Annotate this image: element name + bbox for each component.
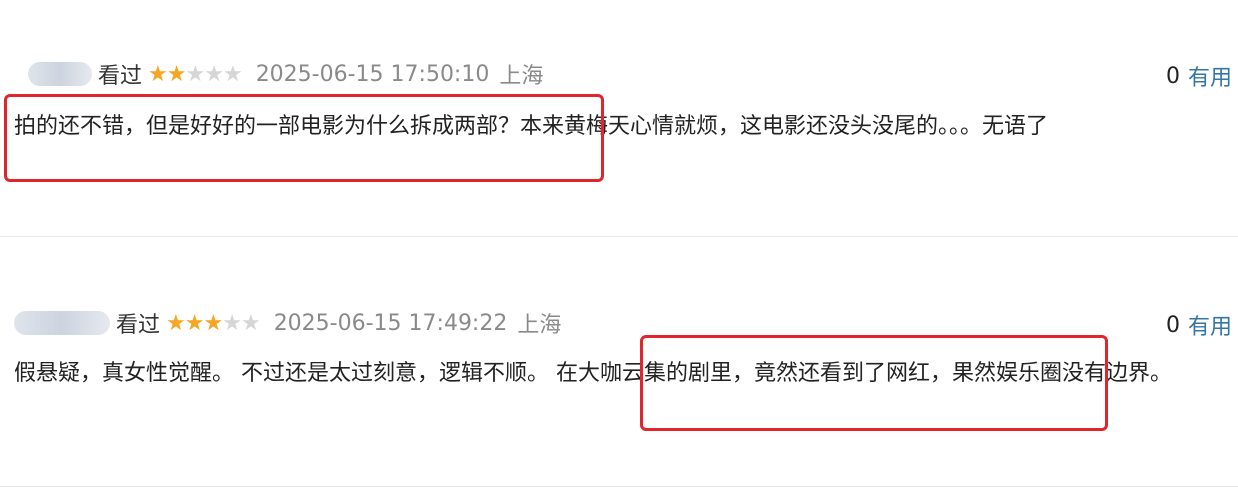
review-location: 上海	[499, 64, 544, 89]
rating-stars: ★ ★ ★ ★ ★	[166, 310, 261, 336]
star-icon: ★	[240, 310, 261, 336]
review-item: 看过 ★ ★ ★ ★ ★ 2025-06-15 17:50:10 上海 0 有用…	[0, 0, 1238, 236]
useful-button[interactable]: 有用	[1188, 309, 1232, 341]
useful-vote: 0 有用	[1166, 309, 1232, 341]
highlight-box	[640, 335, 1108, 431]
star-icon: ★	[222, 310, 242, 336]
star-icon: ★	[166, 310, 186, 336]
comment-list: 看过 ★ ★ ★ ★ ★ 2025-06-15 17:50:10 上海 0 有用…	[0, 0, 1238, 492]
review-item: 看过 ★ ★ ★ ★ ★ 2025-06-15 17:49:22 上海 0 有用…	[0, 237, 1238, 484]
star-icon: ★	[222, 61, 243, 87]
useful-button[interactable]: 有用	[1188, 60, 1232, 92]
star-icon: ★	[203, 310, 223, 336]
useful-count: 0	[1165, 63, 1180, 89]
star-icon: ★	[148, 61, 168, 87]
blurred-username[interactable]	[28, 62, 92, 86]
star-icon: ★	[166, 61, 187, 87]
review-timestamp: 2025-06-15 17:49:22	[273, 310, 508, 336]
review-meta: 看过 ★ ★ ★ ★ ★ 2025-06-15 17:49:22 上海	[0, 303, 561, 343]
blurred-username[interactable]	[14, 311, 110, 335]
highlight-box	[4, 94, 604, 182]
review-timestamp: 2025-06-15 17:50:10	[255, 61, 490, 87]
review-meta: 看过 ★ ★ ★ ★ ★ 2025-06-15 17:50:10 上海	[0, 54, 543, 94]
review-location: 上海	[517, 313, 562, 338]
divider	[0, 486, 1238, 487]
star-icon: ★	[184, 310, 205, 336]
watch-status: 看过	[98, 64, 143, 89]
useful-count: 0	[1165, 312, 1180, 338]
useful-vote: 0 有用	[1166, 60, 1232, 92]
watch-status: 看过	[116, 313, 161, 338]
rating-stars: ★ ★ ★ ★ ★	[148, 61, 243, 87]
star-icon: ★	[185, 61, 205, 87]
star-icon: ★	[204, 61, 224, 87]
